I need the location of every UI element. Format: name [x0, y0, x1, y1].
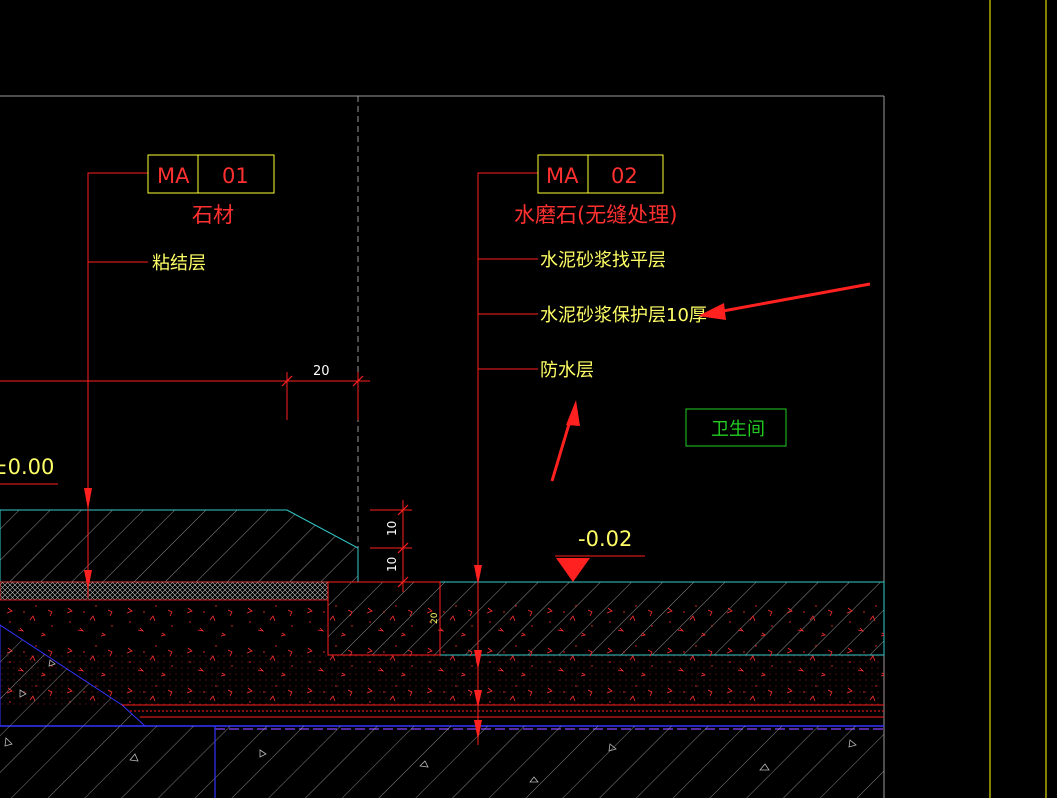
tag-ma02-prefix: MA	[546, 164, 579, 188]
tag-ma01-prefix: MA	[157, 164, 190, 188]
tag-ma02-material: 水磨石(无缝处理)	[514, 203, 677, 227]
structural-slab	[0, 726, 884, 798]
tag-ma01: MA 01 石材	[147, 154, 275, 227]
annotation-arrow-1	[698, 282, 871, 320]
note-bonding-layer: 粘结层	[152, 253, 206, 274]
elevation-right-marker	[556, 558, 590, 582]
tag-ma02-code: 02	[611, 164, 638, 188]
sand-fill	[0, 655, 884, 705]
tag-ma02: MA 02 水磨石(无缝处理)	[514, 154, 677, 227]
tag-ma01-code: 01	[222, 164, 249, 188]
bonding-layer-strip	[0, 581, 329, 601]
stone-slab-left	[0, 509, 359, 583]
tag-ma01-material: 石材	[192, 203, 234, 227]
elevation-left-label: ±0.00	[0, 455, 54, 479]
arrow-ma01-1	[84, 488, 92, 510]
dim-10-top-label: 10	[385, 521, 399, 536]
dim-20-label: 20	[313, 364, 330, 379]
elevation-right-label: -0.02	[578, 527, 632, 551]
dim-10-bottom-label: 10	[385, 557, 399, 572]
note-waterproof-layer: 防水层	[540, 360, 594, 381]
note-protection-layer: 水泥砂浆保护层10厚	[540, 305, 707, 326]
cad-drawing-canvas: 20 10 10 20 MA 01 石材 MA 02 水磨石(无缝处理) 粘结层…	[0, 0, 1047, 798]
note-leveling-layer: 水泥砂浆找平层	[540, 250, 666, 271]
room-label: 卫生间	[711, 419, 765, 440]
dim-step-20-label: 20	[430, 612, 440, 624]
annotation-arrow-2	[550, 400, 580, 482]
